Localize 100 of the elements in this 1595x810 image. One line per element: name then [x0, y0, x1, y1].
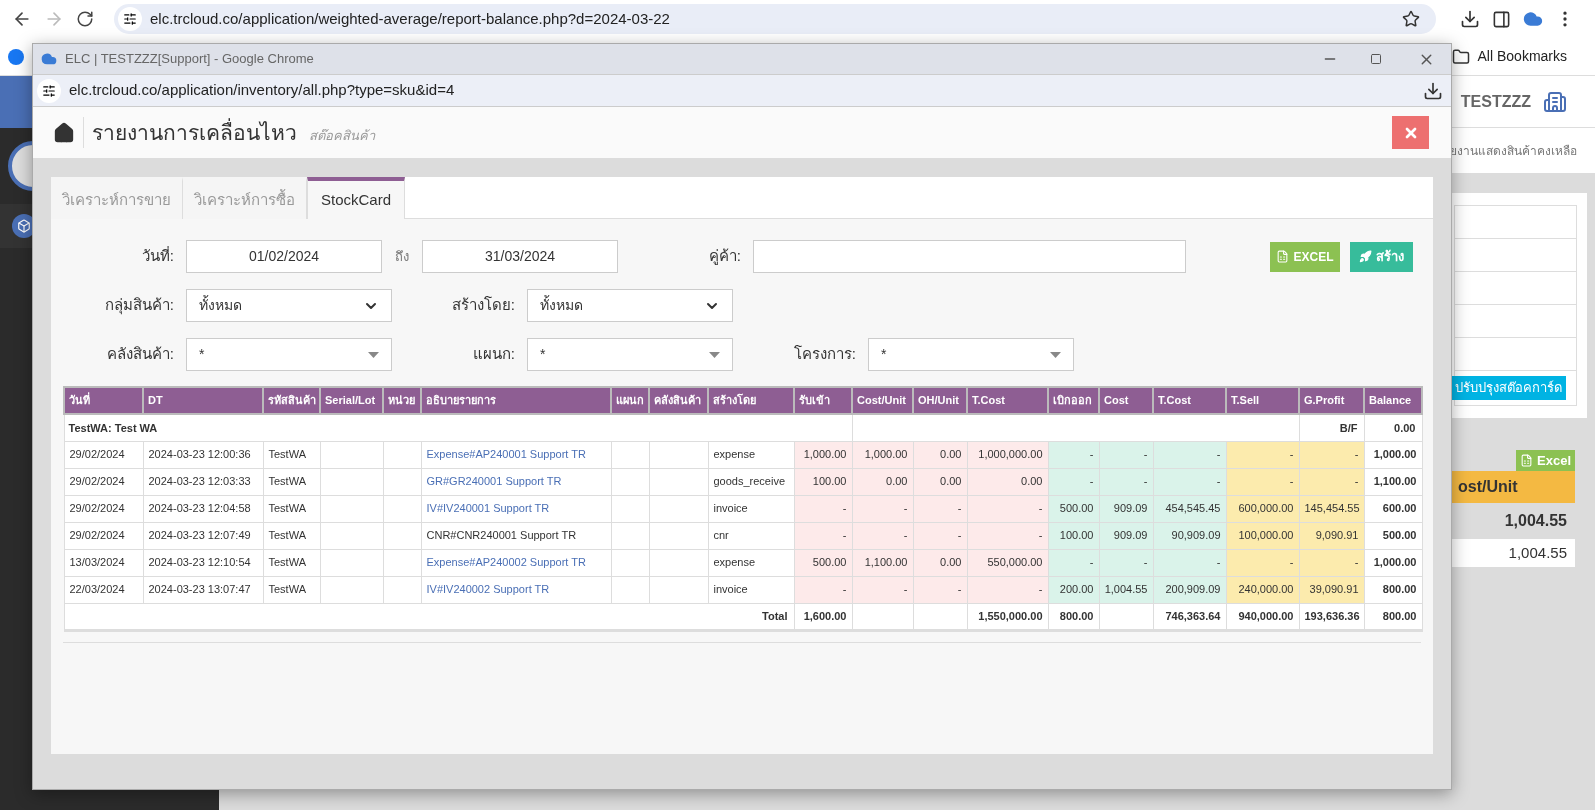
column-header: อธิบายรายการ	[421, 387, 611, 414]
column-header: คลังสินค้า	[649, 387, 708, 414]
url-text: elc.trcloud.co/application/inventory/all.php?type=sku&id=4	[69, 80, 456, 101]
table-cell: 454,545.45	[1153, 495, 1226, 522]
total-label: Total	[64, 603, 794, 630]
table-cell: 2024-03-23 12:07:49	[143, 522, 263, 549]
column-header: Cost	[1099, 387, 1153, 414]
column-header: OH/Unit	[913, 387, 967, 414]
select-field[interactable]: *	[868, 338, 1074, 371]
field-label: กลุ่มสินค้า:	[104, 295, 174, 317]
field-label: วันที่:	[141, 245, 174, 267]
table-cell: -	[967, 495, 1048, 522]
spreadsheet-icon	[1520, 454, 1533, 467]
to-label: ถึง	[395, 247, 409, 266]
caret-down-icon	[368, 351, 379, 358]
column-header: วันที่	[64, 387, 143, 414]
bookmarks-link[interactable]: All Bookmarks	[1477, 46, 1567, 67]
address-bar[interactable]: elc.trcloud.co/application/weighted-average/report-balance.php?d=2024-03-22	[114, 4, 1436, 34]
select-field[interactable]: ทั้งหมด	[527, 289, 733, 322]
column-header: รหัสสินค้า	[263, 387, 320, 414]
column-header: รับเข้า	[794, 387, 852, 414]
rocket-icon	[1359, 250, 1372, 263]
cost-value: 1,004.55	[1504, 511, 1567, 531]
table-cell: 2024-03-23 12:04:58	[143, 495, 263, 522]
table-cell: 1,000,000.00	[967, 441, 1048, 468]
column-header: T.Sell	[1226, 387, 1299, 414]
date-field[interactable]: 31/03/2024	[422, 240, 618, 273]
table-cell: 200,909.09	[1153, 576, 1226, 603]
table-cell: 29/02/2024	[64, 495, 143, 522]
maximize-icon[interactable]	[1370, 53, 1382, 65]
table-cell: 2024-03-23 12:00:36	[143, 441, 263, 468]
partner-field[interactable]	[753, 240, 1186, 273]
cloud-icon[interactable]	[1523, 9, 1543, 29]
tab[interactable]: StockCard	[307, 177, 406, 219]
download-icon[interactable]	[1460, 9, 1480, 29]
table-cell: -	[967, 576, 1048, 603]
box-icon[interactable]	[17, 219, 31, 233]
bookmark-icon[interactable]	[8, 48, 24, 65]
download-icon[interactable]	[1423, 80, 1443, 101]
table-cell: 240,000.00	[1226, 576, 1299, 603]
caret-down-icon	[1050, 351, 1061, 358]
table-cell: 550,000.00	[967, 549, 1048, 576]
table-cell: 39,090.91	[1299, 576, 1364, 603]
table-cell: B/F	[1299, 414, 1364, 441]
cost-value: 1,004.55	[1508, 542, 1567, 563]
field-label: สร้างโดย:	[451, 295, 515, 316]
table-cell: 2024-03-23 12:10:54	[143, 549, 263, 576]
table-cell: -	[1299, 441, 1364, 468]
date-field[interactable]: 01/02/2024	[186, 240, 382, 273]
page-title: รายงานการเคลื่อนไหว	[92, 117, 297, 146]
caret-down-icon	[709, 351, 720, 358]
reload-icon[interactable]	[76, 10, 94, 28]
column-header: หน่วย	[383, 387, 421, 414]
table-cell: -	[1226, 441, 1299, 468]
column-header: เบิกออก	[1048, 387, 1099, 414]
column-header: T.Cost	[967, 387, 1048, 414]
table-cell: invoice	[708, 576, 794, 603]
close-button[interactable]	[1392, 116, 1429, 149]
table-cell: cnr	[708, 522, 794, 549]
table-cell: expense	[708, 441, 794, 468]
home-icon[interactable]	[53, 121, 75, 144]
select-field[interactable]: *	[527, 338, 733, 371]
select-field[interactable]: *	[186, 338, 392, 371]
table-cell: expense	[708, 549, 794, 576]
column-header: Balance	[1364, 387, 1422, 414]
table-cell: -	[1153, 441, 1226, 468]
side-panel-icon[interactable]	[1492, 9, 1511, 29]
table-cell: 13/03/2024	[64, 549, 143, 576]
window-title: ELC | TESTZZZ[Support] - Google Chrome	[65, 50, 315, 69]
folder-icon[interactable]	[1451, 47, 1470, 66]
table-cell: 600,000.00	[1226, 495, 1299, 522]
description-text: CNR#CNR240001 Support TR	[426, 529, 577, 542]
url-text: elc.trcloud.co/application/weighted-average/report-balance.php?d=2024-03-22	[150, 8, 671, 29]
column-header: T.Cost	[1153, 387, 1226, 414]
table-cell: 2024-03-23 12:03:33	[143, 468, 263, 495]
table-cell: -	[1226, 549, 1299, 576]
column-header: สร้างโดย	[708, 387, 794, 414]
table-cell: 100,000.00	[1226, 522, 1299, 549]
table-cell: 29/02/2024	[64, 522, 143, 549]
table-cell: 0.00	[1364, 414, 1422, 441]
page-subtitle: ยงานแสดงสินค้าคงเหลือ	[1450, 142, 1577, 160]
table-cell: -	[1299, 468, 1364, 495]
column-header: Serial/Lot	[320, 387, 383, 414]
select-field[interactable]: ทั้งหมด	[186, 289, 392, 322]
star-icon[interactable]	[1402, 10, 1420, 28]
field-label: คู่ค้า:	[708, 246, 741, 267]
site-settings-icon[interactable]	[123, 12, 137, 26]
table-cell: -	[1153, 549, 1226, 576]
tab[interactable]: วิเคราะห์การซื้อ	[183, 177, 307, 219]
field-label: โครงการ:	[793, 344, 856, 365]
table-cell: 29/02/2024	[64, 468, 143, 495]
table-cell: 145,454.55	[1299, 495, 1364, 522]
table-cell: 9,090.91	[1299, 522, 1364, 549]
tab[interactable]: วิเคราะห์การขาย	[51, 177, 183, 219]
company-name: TESTZZZ	[1460, 91, 1531, 112]
column-header: G.Profit	[1299, 387, 1364, 414]
building-icon[interactable]	[1543, 89, 1567, 114]
group-cell: TestWA: Test WA	[64, 414, 852, 441]
site-settings-icon[interactable]	[42, 83, 56, 98]
column-header: DT	[143, 387, 263, 414]
